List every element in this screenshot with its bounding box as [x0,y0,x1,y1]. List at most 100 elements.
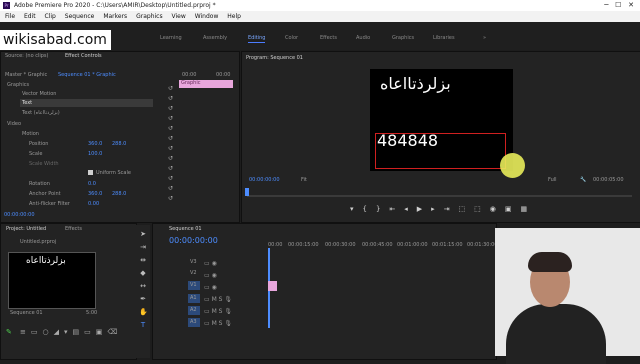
tab-color[interactable]: Color [285,35,298,41]
track-a3[interactable]: A3 [190,319,197,325]
tab-effects[interactable]: Effects [320,35,337,41]
track-toggle-icons[interactable]: ▭ ◉ ▭ ◉ ▭ ◉ ▭ M S 🎙 ▭ M S 🎙 ▭ M S 🎙 [204,258,232,330]
selection-tool-icon[interactable]: ➤ [139,230,147,238]
tab-effects-panel[interactable]: Effects [65,226,82,232]
rotation-value[interactable]: 0.0 [88,181,96,187]
text-layer-2-label[interactable]: Text (بزلرذتااعاه) [22,110,60,116]
window-controls[interactable]: ─ ☐ ✕ [604,0,634,11]
program-duration: 00:00:05:00 [593,177,624,183]
anchor-y-value[interactable]: 288.0 [112,191,126,197]
project-file-name: Untitled.prproj [20,239,57,245]
menu-bar: File Edit Clip Sequence Markers Graphics… [0,11,640,22]
ec-timecode[interactable]: 00:00:00:00 [4,212,35,218]
program-monitor-title[interactable]: Program: Sequence 01 [246,55,303,61]
section-graphics: Graphics [7,82,30,88]
tab-project[interactable]: Project: Untitled [6,226,46,232]
menu-file[interactable]: File [5,13,15,20]
anchor-x-value[interactable]: 360.0 [88,191,102,197]
ruler-0: 00:00 [268,242,283,248]
program-timecode[interactable]: 00:00:00:00 [249,177,280,183]
sequence-item-duration: 5:00 [86,310,98,316]
track-select-tool-icon[interactable]: ⇥ [139,243,147,251]
sequence-clip-label[interactable]: Sequence 01 * Graphic [58,72,116,78]
scale-width-label: Scale Width [29,161,59,167]
rotation-label: Rotation [29,181,50,187]
track-a2[interactable]: A2 [190,307,197,313]
graphic-clip-bar[interactable]: Graphic [179,80,233,88]
ec-timecode-top-end: 00:00 [216,72,231,78]
menu-graphics[interactable]: Graphics [136,13,163,20]
menu-markers[interactable]: Markers [103,13,127,20]
ruler-5: 00:01:15:00 [432,242,463,248]
presenter-shirt [506,304,606,364]
ec-timecode-top: 00:00 [182,72,197,78]
fit-dropdown[interactable]: Fit [301,177,307,183]
tab-audio[interactable]: Audio [356,35,370,41]
pen-tool-icon[interactable]: ✒ [139,295,147,303]
quality-dropdown[interactable]: Full [548,177,557,183]
track-v1[interactable]: V1 [190,282,197,288]
tools-panel: ➤ ⇥ ⇹ ◆ ↔ ✒ ✋ T [136,225,150,358]
position-label: Position [29,141,49,147]
ruler-4: 00:01:00:00 [397,242,428,248]
type-tool-icon[interactable]: T [139,321,147,329]
master-clip-label[interactable]: Master * Graphic [5,72,47,78]
transport-controls[interactable]: ▾{}⇤◂▶▸⇥⬚⬚◉▣▦ [350,205,536,213]
track-v3[interactable]: V3 [190,259,197,265]
more-workspaces-icon[interactable]: » [483,35,486,41]
tab-graphics[interactable]: Graphics [392,35,414,41]
motion-label[interactable]: Motion [22,131,39,137]
wrench-icon[interactable]: 🔧 [580,177,586,183]
menu-clip[interactable]: Clip [45,13,56,20]
project-footer-icons[interactable]: ≡▭○◢▾▤▭▣⌫ [20,328,122,336]
hand-tool-icon[interactable]: ✋ [139,308,148,316]
anti-flicker-value[interactable]: 0.00 [88,201,99,207]
mouse-highlight [500,153,525,178]
razor-tool-icon[interactable]: ◆ [139,269,147,277]
vector-motion-label[interactable]: Vector Motion [22,91,56,97]
menu-sequence[interactable]: Sequence [65,13,95,20]
ripple-edit-tool-icon[interactable]: ⇹ [139,256,147,264]
text-layer-label[interactable]: Text [22,100,32,106]
premiere-app-icon: Pr [3,2,10,9]
tab-editing[interactable]: Editing [248,35,266,43]
ruler-6: 00:01:30:00 [467,242,498,248]
menu-view[interactable]: View [172,13,186,20]
program-text-top[interactable]: بزلرذتااعاه [380,74,451,93]
menu-help[interactable]: Help [227,13,241,20]
track-a1[interactable]: A1 [190,295,197,301]
tab-effect-controls[interactable]: Effect Controls [65,53,102,59]
playhead-marker[interactable] [245,188,249,196]
reset-icons-column[interactable]: ↺ ↺ ↺ ↺ ↺ ↺ ↺ ↺ ↺ ↺ ↺ ↺ [168,84,174,210]
anchor-point-label: Anchor Point [29,191,61,197]
section-video: Video [7,121,22,127]
uniform-scale-label: Uniform Scale [96,170,131,176]
program-scrub-bar[interactable] [247,195,632,197]
graphic-clip-v1[interactable] [268,281,277,291]
ruler-1: 00:00:15:00 [288,242,319,248]
title-bar: Pr Adobe Premiere Pro 2020 - C:\Users\AM… [0,0,640,11]
slip-tool-icon[interactable]: ↔ [139,282,147,290]
track-v2[interactable]: V2 [190,270,197,276]
text-layer-row-selected[interactable] [20,99,153,107]
text-selection-box[interactable] [375,133,506,169]
uniform-scale-checkbox[interactable] [88,170,93,175]
timeline-timecode[interactable]: 00:00:00:00 [169,236,218,245]
menu-edit[interactable]: Edit [24,13,36,20]
position-y-value[interactable]: 288.0 [112,141,126,147]
menu-window[interactable]: Window [195,13,219,20]
tab-libraries[interactable]: Libraries [433,35,455,41]
timeline-sequence-tab[interactable]: Sequence 01 [169,226,202,232]
thumbnail-text: بزلرذتااعاه [26,256,66,266]
tab-source[interactable]: Source: (no clips) [5,53,48,59]
anti-flicker-label: Anti-flicker Filter [29,201,70,207]
scale-value[interactable]: 100.0 [88,151,102,157]
pencil-icon[interactable]: ✎ [6,328,12,336]
sequence-item-name[interactable]: Sequence 01 [10,310,43,316]
ruler-2: 00:00:30:00 [325,242,356,248]
presenter-hair [528,252,572,272]
tab-learning[interactable]: Learning [160,35,182,41]
position-x-value[interactable]: 360.0 [88,141,102,147]
tab-assembly[interactable]: Assembly [203,35,227,41]
scale-label: Scale [29,151,43,157]
